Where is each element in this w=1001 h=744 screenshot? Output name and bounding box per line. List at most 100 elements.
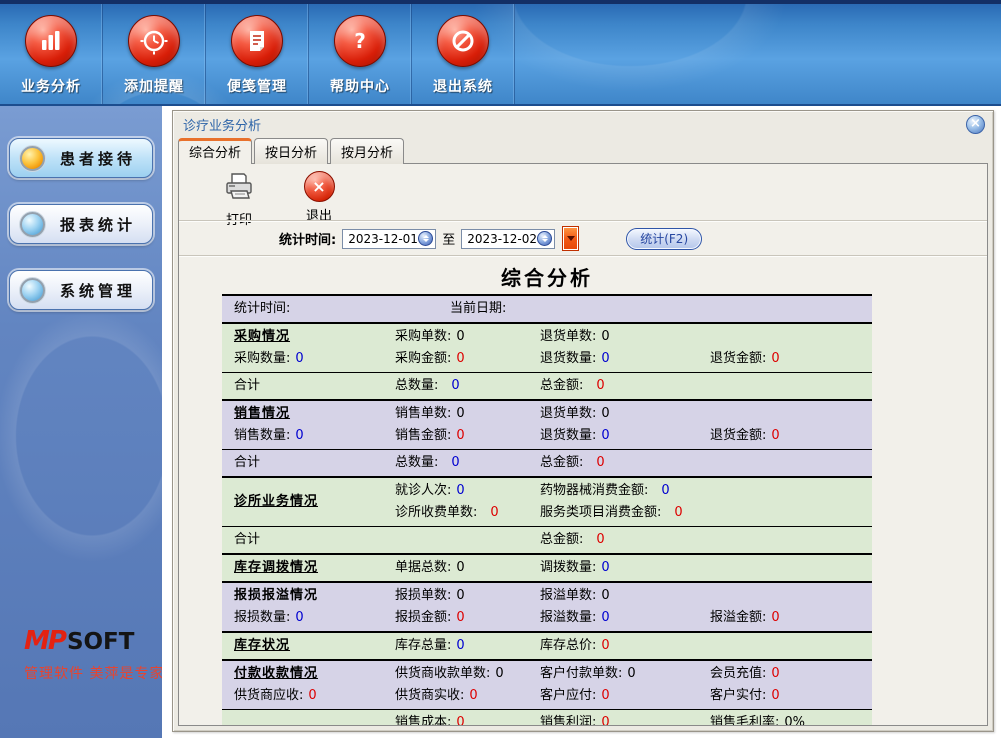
cell-label: 统计时间: xyxy=(234,298,290,320)
cell-value: 0 xyxy=(469,685,477,707)
report-section: 合计总数量:0总金额:0 xyxy=(222,449,872,476)
report-cell: 报溢金额:0 xyxy=(710,607,868,629)
window-titlebar: 诊疗业务分析 × xyxy=(173,111,993,137)
report-cell: 库存总价:0 xyxy=(540,635,710,657)
sidebar-item-system-management[interactable]: 系统管理 xyxy=(9,270,153,310)
orange-sphere-icon xyxy=(20,146,45,171)
cell-value: 0 xyxy=(456,557,464,579)
cell-value: 0 xyxy=(456,712,464,725)
cell-label: 供货商应收: xyxy=(234,685,303,707)
report-cell: 总金额:0 xyxy=(540,452,710,474)
report-section: 采购情况采购单数:0退货单数:0采购数量:0采购金额:0退货数量:0退货金额:0 xyxy=(222,322,872,372)
tab-content: 打印 × 退出 统计时间: 2023-12-01 xyxy=(178,163,988,726)
toolbar-add-reminder-button[interactable]: 添加提醒 xyxy=(103,4,206,104)
sidebar-item-patient-reception[interactable]: 患者接待 xyxy=(9,138,153,178)
cell-label: 报溢数量: xyxy=(540,607,596,629)
report-cell: 服务类项目消费金额:0 xyxy=(540,502,710,524)
report-section: 合计总数量:0总金额:0 xyxy=(222,372,872,399)
filter-bar: 统计时间: 2023-12-01 至 2023-12-02 统计(F2) xyxy=(179,222,987,255)
report-cell: 诊所业务情况 xyxy=(234,491,395,513)
cell-label: 退货单数: xyxy=(540,326,596,348)
cell-value: 0 xyxy=(451,452,459,474)
report-cell: 库存调拨情况 xyxy=(234,557,395,579)
date-to-input[interactable]: 2023-12-02 xyxy=(461,229,555,249)
cell-value: 0 xyxy=(596,375,604,397)
window-title: 诊疗业务分析 xyxy=(183,115,261,134)
tab-daily-analysis[interactable]: 按日分析 xyxy=(254,138,328,164)
cell-label: 报损报溢情况 xyxy=(234,585,318,607)
report-cell: 付款收款情况 xyxy=(234,663,395,685)
cell-label: 销售数量: xyxy=(234,425,290,447)
report-cell: 总金额:0 xyxy=(540,529,710,551)
cell-label: 客户实付: xyxy=(710,685,766,707)
cell-value: 0 xyxy=(601,425,609,447)
report-cell: 报溢数量:0 xyxy=(540,607,710,629)
cell-label: 合计 xyxy=(234,529,260,551)
report-section: 库存调拨情况单据总数:0调拨数量: 0 xyxy=(222,553,872,581)
cell-value: 0 xyxy=(456,635,464,657)
cell-label: 会员充值: xyxy=(710,663,766,685)
toolbar-help-center-button[interactable]: ? 帮助中心 xyxy=(309,4,412,104)
cell-value: 0 xyxy=(456,480,464,502)
report-cell: 就诊人次:0 xyxy=(395,480,540,502)
cell-label: 供货商收款单数: xyxy=(395,663,490,685)
tab-comprehensive-analysis[interactable]: 综合分析 xyxy=(178,138,252,164)
tab-bar: 综合分析 按日分析 按月分析 xyxy=(173,138,993,164)
cell-label: 退货金额: xyxy=(710,348,766,370)
date-from-input[interactable]: 2023-12-01 xyxy=(342,229,436,249)
report-cell: 总金额: 0 xyxy=(540,375,710,397)
cell-value: 0 xyxy=(456,607,464,629)
date-dropdown-button[interactable] xyxy=(563,227,578,250)
toolbar-business-analysis-button[interactable]: 业务分析 xyxy=(0,4,103,104)
toolbar-exit-system-button[interactable]: 退出系统 xyxy=(412,4,515,104)
report-cell: 会员充值:0 xyxy=(710,663,868,685)
toolbar-label: 退出系统 xyxy=(433,76,493,96)
sidebar-item-report-statistics[interactable]: 报表统计 xyxy=(9,204,153,244)
report-cell: 采购数量:0 xyxy=(234,348,395,370)
date-spinner-icon[interactable] xyxy=(537,231,552,246)
cell-value: 0 xyxy=(451,375,459,397)
toolbar-notes-button[interactable]: 便笺管理 xyxy=(206,4,309,104)
cell-label: 库存总价: xyxy=(540,635,596,657)
window-toolbar: 打印 × 退出 xyxy=(179,164,987,220)
cell-value: 0 xyxy=(456,326,464,348)
cell-label: 客户应付: xyxy=(540,685,596,707)
statistics-button[interactable]: 统计(F2) xyxy=(626,228,702,250)
cell-label: 总金额: xyxy=(540,375,583,397)
report-cell: 统计时间: xyxy=(234,298,450,320)
date-spinner-icon[interactable] xyxy=(418,231,433,246)
cell-value: 0 xyxy=(456,585,464,607)
exit-button[interactable]: × 退出 xyxy=(297,171,341,224)
cell-label: 销售成本: xyxy=(395,712,451,725)
report-cell: 诊所收费单数:0 xyxy=(395,502,540,524)
cell-value: 0 xyxy=(490,502,498,524)
report-section: 销售成本:0销售利润:0销售毛利率:0% xyxy=(222,709,872,725)
printer-icon xyxy=(222,171,256,206)
forbidden-icon xyxy=(437,15,489,67)
cell-value: 0 xyxy=(601,635,609,657)
cell-value: 0 xyxy=(674,502,682,524)
mpsoft-logo: MPSOFT 管理软件 美萍是专家 xyxy=(0,626,162,683)
report-cell: 库存状况 xyxy=(234,635,395,657)
cell-label: 销售单数: xyxy=(395,403,451,425)
cell-value: 0 xyxy=(627,663,635,685)
cell-label: 退货金额: xyxy=(710,425,766,447)
report-cell: 单据总数:0 xyxy=(395,557,540,579)
cell-label: 药物器械消费金额: xyxy=(540,480,648,502)
report-section: 合计 总金额:0 xyxy=(222,526,872,553)
sidebar-item-label: 系统管理 xyxy=(60,280,136,301)
close-icon[interactable]: × xyxy=(966,115,985,134)
cell-label: 报损金额: xyxy=(395,607,451,629)
cell-value: 0 xyxy=(771,607,779,629)
cell-value: 0 xyxy=(601,712,609,725)
cell-label: 调拨数量: xyxy=(540,557,596,579)
tab-monthly-analysis[interactable]: 按月分析 xyxy=(330,138,404,164)
cell-label: 采购单数: xyxy=(395,326,451,348)
cell-value: 0 xyxy=(295,348,303,370)
clock-icon xyxy=(128,15,180,67)
cell-label: 采购情况 xyxy=(234,326,290,348)
cell-label: 退货数量: xyxy=(540,425,596,447)
date-from-value: 2023-12-01 xyxy=(348,232,418,246)
cell-label: 销售毛利率: xyxy=(710,712,779,725)
report-cell: 退货金额:0 xyxy=(710,348,868,370)
